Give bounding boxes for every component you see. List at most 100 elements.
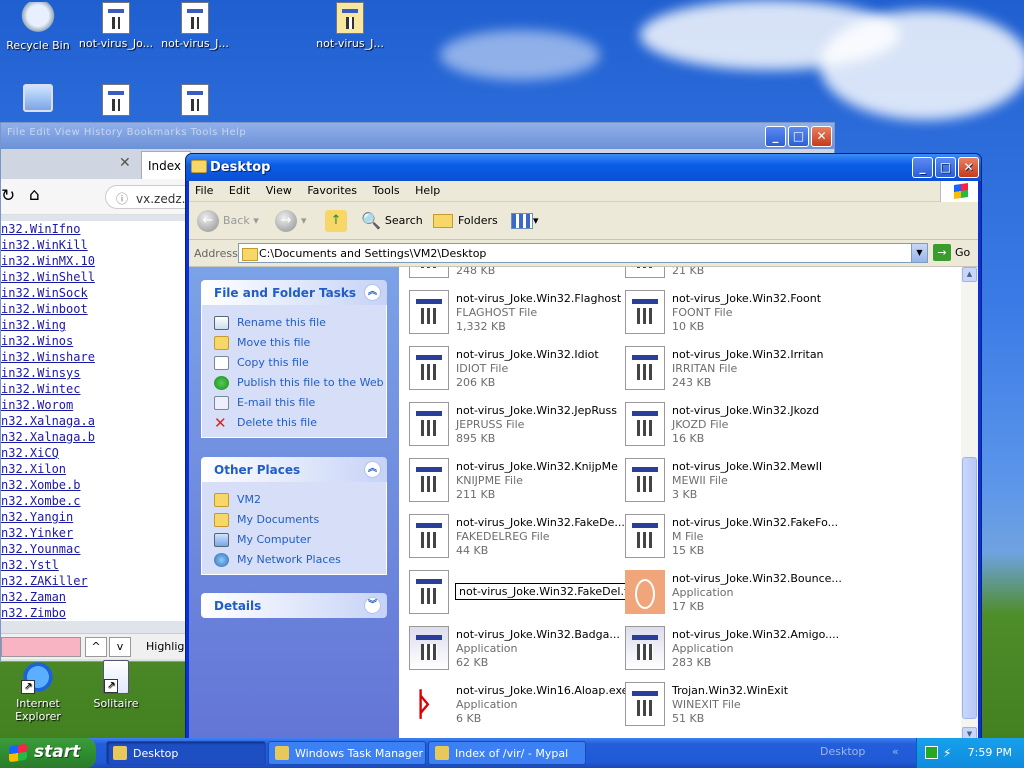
start-button[interactable]: start [0, 738, 96, 768]
maximize-button[interactable]: □ [788, 126, 809, 147]
rename-input[interactable]: not-virus_Joke.Win32.FakeDel.f [455, 583, 631, 600]
desktop-icon-internet-explorer[interactable]: Internet Explorer [0, 660, 76, 723]
collapse-chevron-icon[interactable]: ︽ [364, 284, 381, 301]
tab-index[interactable]: Index [141, 151, 191, 179]
place-my-computer[interactable]: My Computer [214, 530, 386, 550]
virus-link[interactable]: in32.WinSock [1, 285, 191, 301]
virus-link[interactable]: in32.WinMX.10 [1, 253, 191, 269]
menu-edit[interactable]: Edit [223, 181, 256, 200]
file-item[interactable]: Trojan.Win32.WinExit WINEXIT File 51 KB [625, 678, 841, 730]
file-item[interactable]: not-virus_Joke.Win32.Jkozd JKOZD File 16 K… [625, 398, 841, 450]
desktop-icon-file[interactable] [78, 84, 154, 119]
virus-link[interactable]: in32.Winboot [1, 301, 191, 317]
file-item[interactable]: not-virus_Joke.Win32.FakeFo... M File 15 K… [625, 510, 841, 562]
desktop-icon-my-computer[interactable] [0, 84, 76, 115]
file-item[interactable]: not-virus_Joke.Win32.FakeDel.f [409, 566, 631, 618]
task-publish[interactable]: Publish this file to the Web [214, 373, 386, 393]
file-item[interactable]: not-virus_Joke.Win32.MewII MEWII File 3 KB [625, 454, 841, 506]
file-item[interactable]: ᚦ not-virus_Joke.Win16.Aloap.exe Applicati… [409, 678, 628, 730]
address-dropdown-icon[interactable]: ▼ [911, 244, 927, 262]
virus-link[interactable]: n32.Zimbo [1, 605, 191, 621]
menu-tools[interactable]: Tools [367, 181, 406, 200]
explorer-window[interactable]: Desktop _ □ ✕ File Edit View Favorites T… [185, 153, 982, 743]
task-email[interactable]: E-mail this file [214, 393, 386, 413]
taskbar-item-desktop[interactable]: Desktop [106, 741, 266, 765]
virus-link[interactable]: in32.Winos [1, 333, 191, 349]
task-move[interactable]: Move this file [214, 333, 386, 353]
virus-link[interactable]: n32.Xilon [1, 461, 191, 477]
minimize-button[interactable]: _ [765, 126, 786, 147]
virus-link[interactable]: in32.Winsys [1, 365, 191, 381]
panel-header[interactable]: File and Folder Tasks ︽ [201, 280, 387, 305]
virus-link[interactable]: n32.Yangin [1, 509, 191, 525]
file-item[interactable]: MOSTLOVE File248 KB [409, 267, 625, 282]
scroll-thumb[interactable] [962, 457, 977, 719]
file-item[interactable]: not-virus_Joke.Win32.Flaghost FLAGHOST Fi… [409, 286, 625, 338]
up-folder-button[interactable]: ↑ [325, 209, 351, 233]
scroll-up-arrow[interactable]: ▲ [962, 267, 977, 282]
desktop-icon-recycle-bin[interactable]: Recycle Bin [0, 2, 76, 52]
file-item[interactable]: not-virus_Joke.Win32.Idiot IDIOT File 206 … [409, 342, 625, 394]
close-tab-icon[interactable]: ✕ [119, 155, 131, 171]
place-my-documents[interactable]: My Documents [214, 510, 386, 530]
menu-favorites[interactable]: Favorites [301, 181, 363, 200]
task-delete[interactable]: ✕ Delete this file [214, 413, 386, 433]
virus-link[interactable]: in32.Wintec [1, 381, 191, 397]
virus-link[interactable]: n32.Zaman [1, 589, 191, 605]
desktop-icon-file[interactable] [157, 84, 233, 119]
virus-link[interactable]: n32.Xalnaga.b [1, 429, 191, 445]
file-item[interactable]: not-virus_Joke.Win32.JepRuss JEPRUSS File… [409, 398, 625, 450]
task-copy[interactable]: Copy this file [214, 353, 386, 373]
panel-header[interactable]: Details ︾ [201, 593, 387, 618]
desktop-icon-solitaire[interactable]: Solitaire [78, 660, 154, 710]
file-item[interactable]: not-virus_Joke.Win32.Bounce... Applicatio… [625, 566, 842, 618]
desktop-icon-file[interactable]: not-virus_Jo... [78, 2, 154, 50]
search-button[interactable]: 🔍 Search [361, 209, 423, 233]
place-vm2[interactable]: VM2 [214, 490, 386, 510]
reload-icon[interactable]: ↻ [1, 186, 15, 206]
menu-file[interactable]: File [189, 181, 219, 200]
place-my-network[interactable]: My Network Places [214, 550, 386, 570]
close-button[interactable]: ✕ [958, 157, 979, 178]
explorer-titlebar[interactable]: Desktop _ □ ✕ [186, 154, 981, 181]
virus-link[interactable]: n32.Ystl [1, 557, 191, 573]
virus-link[interactable]: n32.Xombe.b [1, 477, 191, 493]
menu-help[interactable]: Help [409, 181, 446, 200]
file-item[interactable]: not-virus_Joke.Win32.FakeDe... FAKEDELREG… [409, 510, 625, 562]
maximize-button[interactable]: □ [935, 157, 956, 178]
virus-link[interactable]: n32.XiCQ [1, 445, 191, 461]
taskbar-item-task-manager[interactable]: Windows Task Manager [268, 741, 426, 765]
file-item[interactable]: MOVINGMOUSE File21 KB [625, 267, 841, 282]
virus-link[interactable]: n32.ZAKiller [1, 573, 191, 589]
minimize-button[interactable]: _ [912, 157, 933, 178]
virus-link[interactable]: in32.Winshare [1, 349, 191, 365]
virus-link[interactable]: n32.WinIfno [1, 221, 191, 237]
virus-link[interactable]: n32.Xalnaga.a [1, 413, 191, 429]
virus-link[interactable]: n32.Xombe.c [1, 493, 191, 509]
views-button[interactable]: ▾ [511, 209, 539, 233]
find-previous-button[interactable]: ^ [85, 637, 107, 657]
virus-link[interactable]: in32.Wing [1, 317, 191, 333]
taskbar-item-mypal[interactable]: Index of /vir/ - Mypal [428, 741, 586, 765]
back-button[interactable]: ← Back ▾ [197, 209, 259, 233]
file-item[interactable]: not-virus_Joke.Win32.Amigo.... Applicatio… [625, 622, 841, 674]
browser-titlebar[interactable]: File Edit View History Bookmarks Tools H… [1, 123, 834, 149]
virus-link[interactable]: n32.Yinker [1, 525, 191, 541]
home-icon[interactable]: ⌂ [29, 185, 40, 205]
panel-header[interactable]: Other Places ︽ [201, 457, 387, 482]
network-tray-icon[interactable]: ⚡ [943, 746, 956, 760]
folders-button[interactable]: Folders [433, 209, 498, 233]
task-manager-tray-icon[interactable] [925, 746, 938, 759]
virus-link[interactable]: in32.WinShell [1, 269, 191, 285]
virus-link[interactable]: in32.WinKill [1, 237, 191, 253]
expand-chevron-icon[interactable]: ︾ [364, 597, 381, 614]
virus-link[interactable]: n32.Younmac [1, 541, 191, 557]
menu-view[interactable]: View [260, 181, 298, 200]
find-input[interactable] [1, 637, 81, 657]
file-item[interactable]: not-virus_Joke.Win32.Badga... Application… [409, 622, 625, 674]
chevron-left-icon[interactable]: « [892, 745, 899, 758]
vertical-scrollbar[interactable]: ▲ ▼ [961, 267, 978, 742]
address-field[interactable]: C:\Documents and Settings\VM2\Desktop ▼ [238, 243, 928, 263]
forward-button[interactable]: → ▾ [275, 209, 307, 233]
collapse-chevron-icon[interactable]: ︽ [364, 461, 381, 478]
